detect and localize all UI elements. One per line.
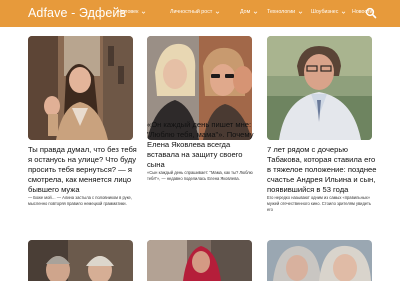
top-navigation-bar: Adfave - Эдфейв Человек Личностный рост …	[0, 0, 400, 27]
chevron-down-icon	[342, 11, 346, 14]
nav-item-lichnostny-rost[interactable]: Личностный рост	[170, 9, 220, 15]
article-excerpt-2: «Сын каждый день спрашивает: "Мама, как …	[147, 170, 253, 182]
nav-item-label: Технологии	[267, 9, 296, 15]
nav-item-dom[interactable]: Дом	[240, 9, 258, 15]
article-excerpt-3: Его нередко называют одним из самых «пра…	[267, 195, 372, 213]
article-image-4[interactable]	[28, 240, 133, 281]
article-image-1[interactable]	[28, 36, 133, 140]
chevron-down-icon	[253, 11, 258, 14]
article-image-5[interactable]	[147, 240, 252, 281]
article-image-3[interactable]	[267, 36, 372, 140]
site-logo[interactable]: Adfave - Эдфейв	[28, 6, 126, 20]
search-icon[interactable]	[365, 7, 377, 19]
article-title-2[interactable]: «Он каждый день пишет мне: "Люблю тебя, …	[147, 120, 259, 170]
nav-item-shoubiznes[interactable]: Шоубизнес	[311, 9, 346, 15]
nav-item-tekhnologii[interactable]: Технологии	[267, 9, 303, 15]
article-title-1[interactable]: Ты правда думал, что без тебя я останусь…	[28, 145, 140, 195]
nav-item-label: Личностный рост	[170, 9, 213, 15]
nav-item-label: Шоубизнес	[311, 9, 339, 15]
chevron-down-icon	[142, 11, 146, 14]
article-excerpt-1: — Боже мой… — Алина застыла с половником…	[28, 195, 132, 207]
nav-item-label: Дом	[240, 9, 251, 15]
chevron-down-icon	[298, 11, 303, 14]
nav-item-chelovek[interactable]: Человек	[118, 9, 146, 15]
article-title-3[interactable]: 7 лет рядом с дочерью Табакова, которая …	[267, 145, 379, 195]
nav-item-label: Человек	[118, 9, 139, 15]
article-image-6[interactable]	[267, 240, 372, 281]
chevron-down-icon	[216, 11, 220, 14]
